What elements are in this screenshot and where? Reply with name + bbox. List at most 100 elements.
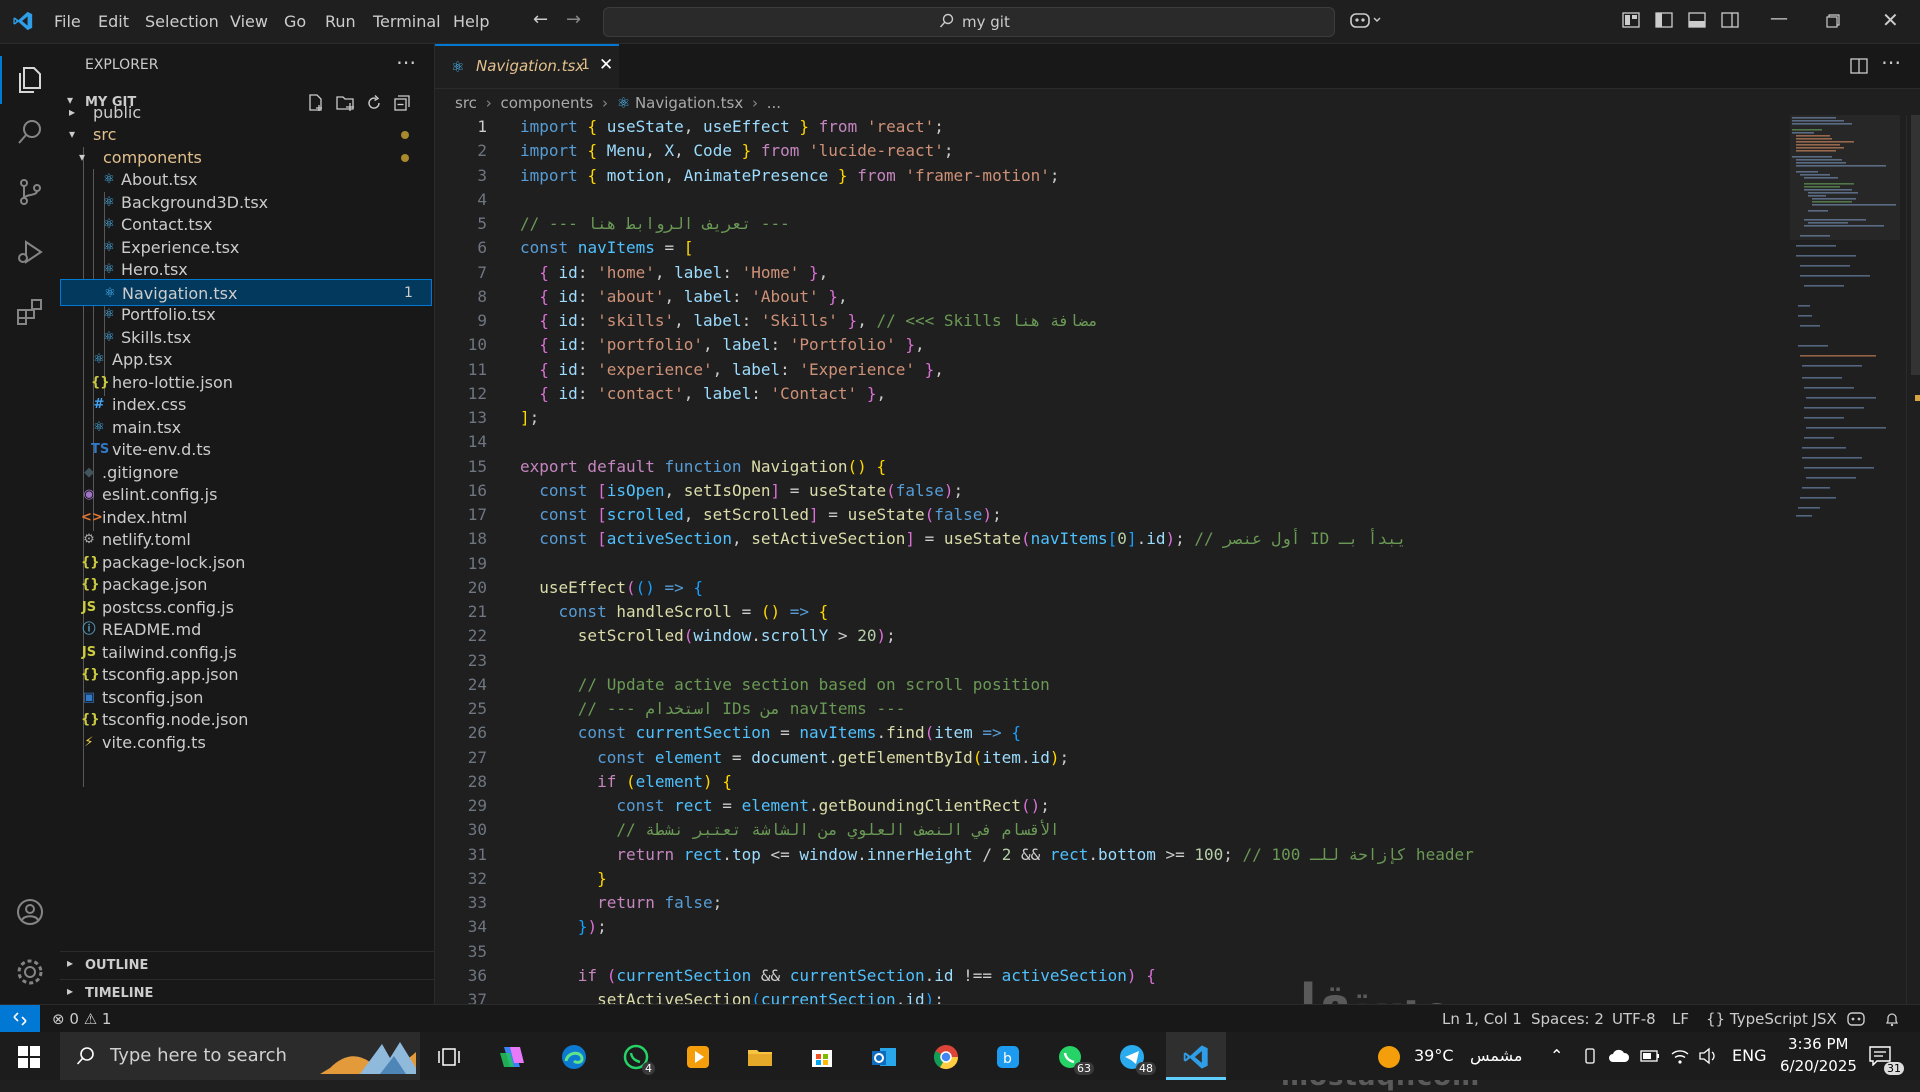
volume-icon[interactable] xyxy=(1698,1047,1718,1065)
close-window-icon[interactable]: ✕ xyxy=(1882,8,1899,32)
code-line[interactable]: 14 xyxy=(435,430,1835,454)
code-line[interactable]: 17 const [scrolled, setScrolled] = useSt… xyxy=(435,503,1835,527)
notifications-bell-icon[interactable] xyxy=(1884,1011,1900,1027)
code-line[interactable]: 25 // --- استخدام IDs من navItems --- xyxy=(435,697,1835,721)
scrollbar-thumb[interactable] xyxy=(1911,115,1920,375)
taskbar-search[interactable]: Type here to search xyxy=(60,1032,420,1080)
language-mode[interactable]: {} TypeScript JSX xyxy=(1706,1010,1837,1028)
code-line[interactable]: 16 const [isOpen, setIsOpen] = useState(… xyxy=(435,479,1835,503)
remote-indicator[interactable] xyxy=(0,1005,40,1033)
code-line[interactable]: 22 setScrolled(window.scrollY > 20); xyxy=(435,624,1835,648)
code-line[interactable]: 33 return false; xyxy=(435,891,1835,915)
breadcrumb-src[interactable]: src xyxy=(455,94,477,112)
outlook-icon[interactable] xyxy=(870,1043,898,1071)
close-tab-icon[interactable]: ✕ xyxy=(599,55,613,75)
code-line[interactable]: 2 import { Menu, X, Code } from 'lucide-r… xyxy=(435,139,1835,163)
menu-help[interactable]: Help xyxy=(453,12,489,31)
code-line[interactable]: 12 { id: 'contact', label: 'Contact' }, xyxy=(435,382,1835,406)
code-line[interactable]: 10 { id: 'portfolio', label: 'Portfolio'… xyxy=(435,333,1835,357)
accounts-icon[interactable] xyxy=(14,896,46,928)
source-control-icon[interactable] xyxy=(14,176,46,208)
split-editor-icon[interactable] xyxy=(1850,57,1868,75)
code-line[interactable]: 21 const handleScroll = () => { xyxy=(435,600,1835,624)
code-line[interactable]: 6 const navItems = [ xyxy=(435,236,1835,260)
code-line[interactable]: 34 }); xyxy=(435,915,1835,939)
edge-browser-icon[interactable] xyxy=(560,1043,588,1071)
code-line[interactable]: 30 // الأقسام في النصف العلوي من الشاشة … xyxy=(435,818,1835,842)
editor-scrollbar[interactable] xyxy=(1906,115,1920,1004)
code-line[interactable]: 7 { id: 'home', label: 'Home' }, xyxy=(435,261,1835,285)
toggle-panel-icon[interactable] xyxy=(1688,12,1706,32)
code-line[interactable]: 24 // Update active section based on scr… xyxy=(435,673,1835,697)
code-line[interactable]: 9 { id: 'skills', label: 'Skills' }, // … xyxy=(435,309,1835,333)
wifi-icon[interactable] xyxy=(1670,1047,1690,1065)
menu-view[interactable]: View xyxy=(230,12,268,31)
vscode-taskbar-item[interactable] xyxy=(1166,1032,1226,1080)
problems-indicator[interactable]: ⊗ 0 ⚠ 1 xyxy=(52,1010,111,1028)
task-view-icon[interactable] xyxy=(438,1046,460,1068)
file-item[interactable]: ⚡ vite.config.ts xyxy=(60,729,432,756)
windows-start-icon[interactable] xyxy=(18,1046,40,1068)
code-line[interactable]: 1 import { useState, useEffect } from 're… xyxy=(435,115,1835,139)
menu-terminal[interactable]: Terminal xyxy=(373,12,441,31)
battery-icon[interactable] xyxy=(1640,1048,1660,1064)
menu-selection[interactable]: Selection xyxy=(145,12,219,31)
copilot-app-icon[interactable] xyxy=(498,1043,526,1071)
weather-condition[interactable]: مشمس xyxy=(1470,1046,1523,1065)
code-line[interactable]: 35 xyxy=(435,940,1835,964)
menu-go[interactable]: Go xyxy=(284,12,306,31)
editor-more-actions-icon[interactable]: ⋯ xyxy=(1881,50,1901,74)
restore-icon[interactable] xyxy=(1826,13,1840,32)
code-line[interactable]: 28 if (element) { xyxy=(435,770,1835,794)
chrome-icon[interactable] xyxy=(932,1043,960,1071)
toggle-primary-sidebar-icon[interactable] xyxy=(1655,12,1673,32)
code-line[interactable]: 13]; xyxy=(435,406,1835,430)
menu-edit[interactable]: Edit xyxy=(98,12,129,31)
code-line[interactable]: 36 if (currentSection && currentSection.… xyxy=(435,964,1835,988)
code-line[interactable]: 3 import { motion, AnimatePresence } from… xyxy=(435,164,1835,188)
microsoft-store-icon[interactable] xyxy=(808,1043,836,1071)
minimap[interactable] xyxy=(1790,115,1900,545)
extensions-icon[interactable] xyxy=(14,296,46,328)
breadcrumb-components[interactable]: components xyxy=(500,94,593,112)
weather-temperature[interactable]: 39°C xyxy=(1414,1046,1454,1065)
code-line[interactable]: 23 xyxy=(435,649,1835,673)
encoding[interactable]: UTF-8 xyxy=(1612,1010,1656,1028)
customize-layout-icon[interactable] xyxy=(1622,12,1640,32)
menu-run[interactable]: Run xyxy=(325,12,356,31)
forward-arrow-icon[interactable]: → xyxy=(566,9,581,30)
code-line[interactable]: 11 { id: 'experience', label: 'Experienc… xyxy=(435,358,1835,382)
code-line[interactable]: 18 const [activeSection, setActiveSectio… xyxy=(435,527,1835,551)
media-player-icon[interactable] xyxy=(684,1043,712,1071)
bluesky-app-icon[interactable]: b xyxy=(994,1043,1022,1071)
minimize-icon[interactable]: — xyxy=(1770,8,1788,29)
menu-file[interactable]: File xyxy=(54,12,81,31)
input-language[interactable]: ENG xyxy=(1732,1046,1766,1065)
search-activity-icon[interactable] xyxy=(14,116,46,148)
explorer-activity[interactable] xyxy=(0,56,60,104)
code-line[interactable]: 29 const rect = element.getBoundingClien… xyxy=(435,794,1835,818)
line-ending[interactable]: LF xyxy=(1672,1010,1689,1028)
file-explorer-icon[interactable] xyxy=(746,1043,774,1071)
code-line[interactable]: 20 useEffect(() => { xyxy=(435,576,1835,600)
code-line[interactable]: 32 } xyxy=(435,867,1835,891)
code-line[interactable]: 8 { id: 'about', label: 'About' }, xyxy=(435,285,1835,309)
clock-date[interactable]: 6/20/2025 xyxy=(1780,1057,1857,1075)
code-line[interactable]: 4 xyxy=(435,188,1835,212)
toggle-secondary-sidebar-icon[interactable] xyxy=(1721,12,1739,32)
more-actions-icon[interactable]: ⋯ xyxy=(396,50,416,74)
back-arrow-icon[interactable]: ← xyxy=(533,9,548,30)
code-line[interactable]: 31 return rect.top <= window.innerHeight… xyxy=(435,843,1835,867)
tab-navigation-tsx[interactable]: ⚛ Navigation.tsx 1 ✕ xyxy=(435,44,619,88)
code-line[interactable]: 15 export default function Navigation() { xyxy=(435,455,1835,479)
chevron-up-icon[interactable]: ⌃ xyxy=(1550,1046,1563,1065)
copilot-icon[interactable] xyxy=(1349,10,1383,34)
phone-link-icon[interactable] xyxy=(1582,1048,1598,1064)
breadcrumb-file[interactable]: Navigation.tsx xyxy=(635,94,743,112)
manage-gear-icon[interactable] xyxy=(14,956,46,988)
code-line[interactable]: 27 const element = document.getElementBy… xyxy=(435,746,1835,770)
onedrive-cloud-icon[interactable] xyxy=(1608,1048,1630,1064)
copilot-status-icon[interactable] xyxy=(1846,1011,1866,1027)
run-debug-icon[interactable] xyxy=(14,236,46,268)
code-line[interactable]: 5 // --- تعريف الروابط هنا --- xyxy=(435,212,1835,236)
